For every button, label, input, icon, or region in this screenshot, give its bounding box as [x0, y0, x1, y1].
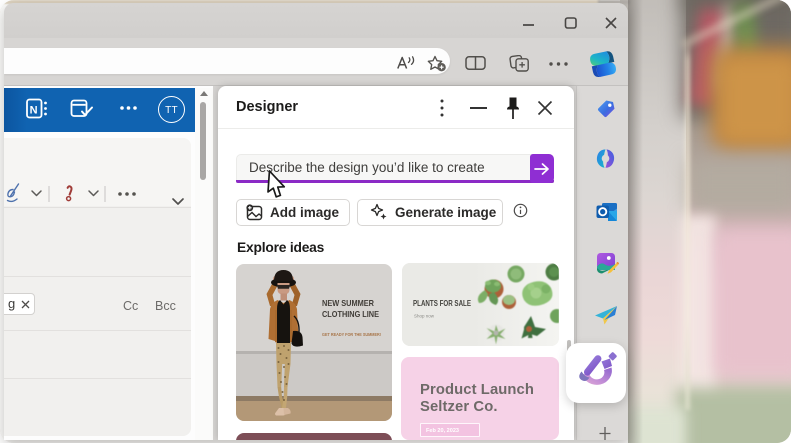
svg-text:PLANTS FOR SALE: PLANTS FOR SALE	[413, 299, 471, 308]
svg-text:Feb 20, 2023: Feb 20, 2023	[426, 428, 459, 434]
svg-text:Shop now: Shop now	[414, 314, 434, 320]
svg-text:NEW SUMMER: NEW SUMMER	[322, 299, 374, 308]
svg-text:CLOTHING LINE: CLOTHING LINE	[322, 310, 379, 319]
svg-text:N: N	[30, 105, 38, 117]
svg-text:GET READY FOR THE SUMMER!: GET READY FOR THE SUMMER!	[322, 332, 381, 337]
